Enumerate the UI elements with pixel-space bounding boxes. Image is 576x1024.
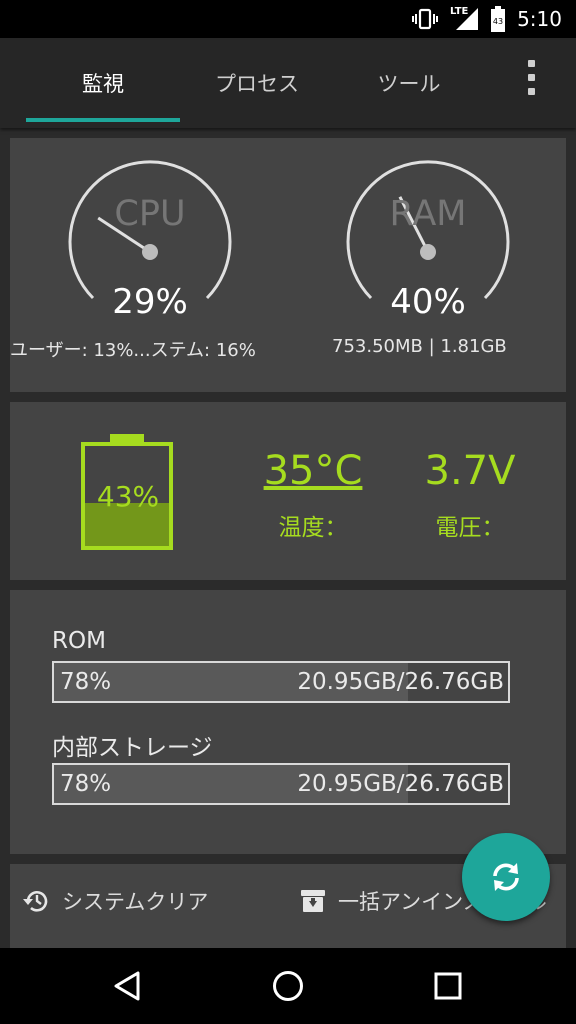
- svg-text:43: 43: [493, 17, 503, 26]
- active-tab-indicator: [26, 118, 180, 122]
- refresh-button[interactable]: [462, 833, 550, 921]
- rom-percent: 78%: [60, 669, 112, 695]
- tab-bar: 監視 プロセス ツール: [0, 38, 576, 128]
- clock: 5:10: [517, 7, 562, 31]
- ram-percent: 40%: [390, 282, 466, 322]
- tab-tools[interactable]: ツール: [334, 68, 484, 98]
- status-bar: LTE 43 5:10: [0, 0, 576, 38]
- back-icon[interactable]: [112, 970, 144, 1002]
- overflow-menu-icon[interactable]: [520, 60, 544, 100]
- ram-detail: 753.50MB | 1.81GB: [332, 336, 507, 357]
- temperature-label: 温度：: [278, 515, 348, 541]
- temperature-value[interactable]: 35°C: [248, 448, 378, 494]
- history-icon: [23, 891, 48, 912]
- voltage-value: 3.7V: [424, 448, 516, 494]
- internal-storage-value: 20.95GB/26.76GB: [297, 771, 504, 797]
- battery-status-icon: 43: [490, 0, 506, 38]
- navigation-bar: [0, 948, 576, 1024]
- signal-icon: LTE: [448, 0, 480, 38]
- tab-monitor[interactable]: 監視: [26, 68, 180, 98]
- system-clear-button[interactable]: システムクリア: [22, 886, 208, 916]
- battery-card: 43% 35°C 温度： 3.7V 電圧：: [10, 402, 566, 580]
- archive-icon: [301, 890, 325, 912]
- refresh-icon: [493, 863, 519, 891]
- rom-label: ROM: [52, 628, 106, 654]
- home-icon[interactable]: [271, 969, 305, 1003]
- ram-label: RAM: [389, 194, 467, 234]
- cpu-percent: 29%: [112, 282, 188, 322]
- internal-storage-label: 内部ストレージ: [52, 735, 213, 761]
- system-clear-label: システムクリア: [62, 890, 209, 914]
- tab-process[interactable]: プロセス: [180, 68, 334, 98]
- internal-storage-bar: 78% 20.95GB/26.76GB: [52, 763, 510, 805]
- gauge-card: CPU 29% ユーザー: 13%...ステム: 16% RAM 40% 753…: [10, 138, 566, 392]
- cpu-detail: ユーザー: 13%...ステム: 16%: [10, 340, 256, 361]
- voltage-label: 電圧：: [435, 515, 505, 541]
- vibrate-icon: [412, 0, 438, 38]
- storage-card: ROM 78% 20.95GB/26.76GB 内部ストレージ 78% 20.9…: [10, 590, 566, 854]
- network-type: LTE: [450, 6, 469, 17]
- recents-icon[interactable]: [433, 971, 463, 1001]
- rom-bar: 78% 20.95GB/26.76GB: [52, 661, 510, 703]
- internal-storage-percent: 78%: [60, 771, 112, 797]
- battery-percent: 43%: [96, 480, 160, 513]
- rom-value: 20.95GB/26.76GB: [297, 669, 504, 695]
- cpu-label: CPU: [114, 194, 186, 234]
